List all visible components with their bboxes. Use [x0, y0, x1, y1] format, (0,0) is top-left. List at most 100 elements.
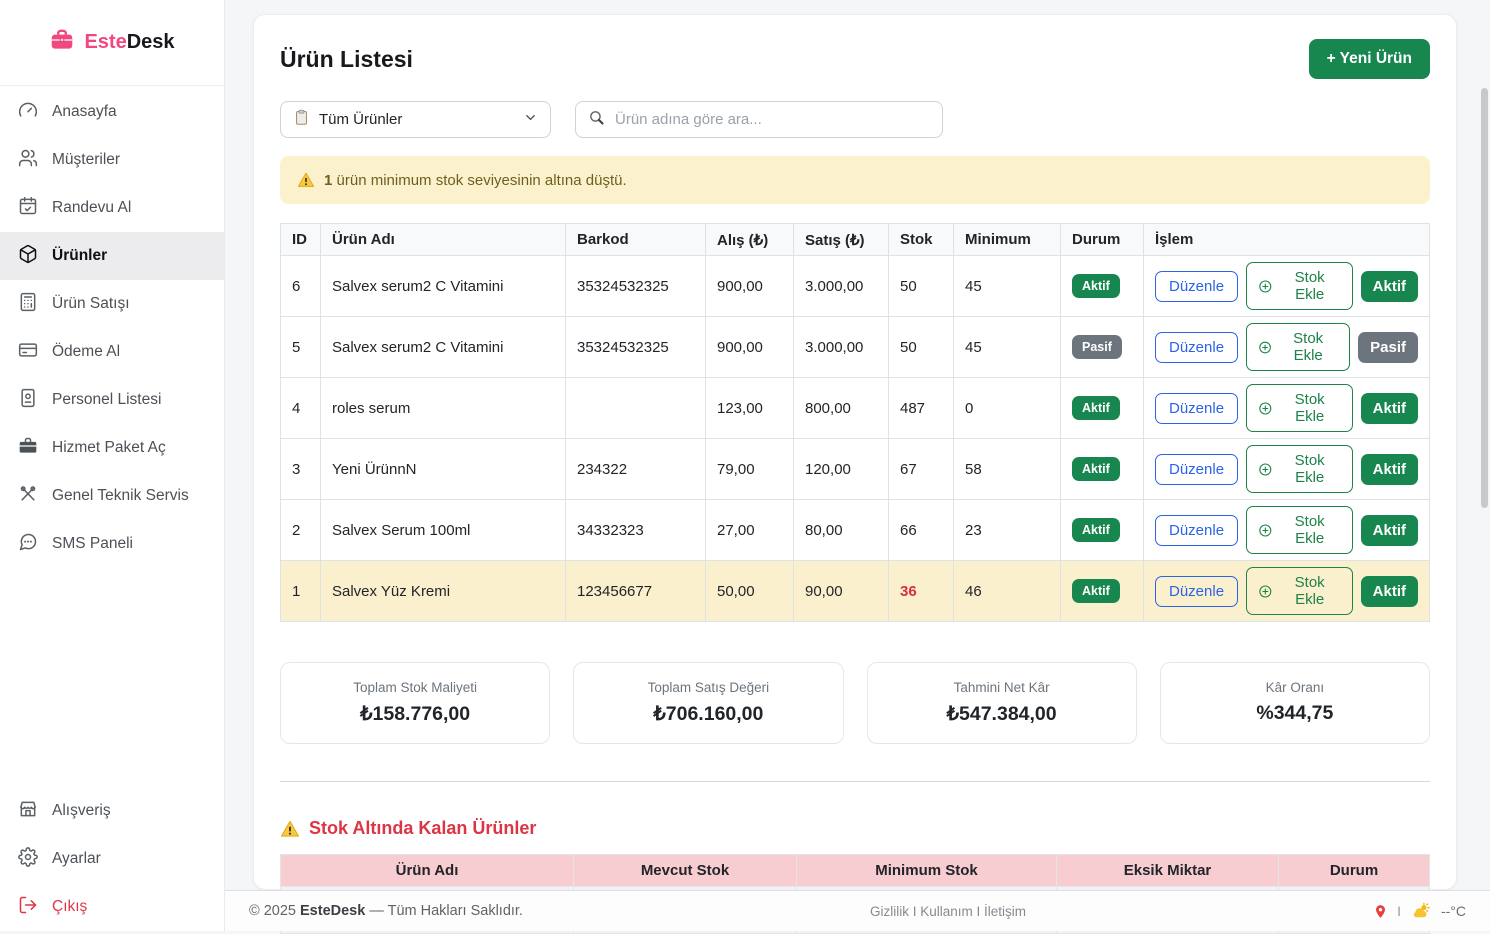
toggle-status-button[interactable]: Aktif [1361, 576, 1418, 607]
id-badge-icon [18, 388, 38, 413]
row-actions: Düzenle Stok Ekle Aktif [1155, 445, 1418, 493]
summary-card-label: Toplam Satış Değeri [584, 680, 832, 695]
sidebar-item-urun-satisi[interactable]: Ürün Satışı [0, 280, 224, 328]
add-stock-button[interactable]: Stok Ekle [1246, 323, 1350, 371]
row-id: 4 [281, 378, 321, 439]
panel-header: Ürün Listesi + Yeni Ürün [280, 39, 1430, 79]
category-select[interactable]: Tüm Ürünler [280, 101, 551, 138]
add-stock-button[interactable]: Stok Ekle [1246, 262, 1353, 310]
users-icon [18, 148, 38, 173]
sidebar-item-odeme-al[interactable]: Ödeme Al [0, 328, 224, 376]
toggle-status-button[interactable]: Pasif [1358, 332, 1418, 363]
column-header-satis: Satış (₺) [794, 224, 889, 256]
buy-price: 27,00 [706, 500, 794, 561]
sidebar-item-label: Ayarlar [52, 850, 101, 868]
row-id: 6 [281, 256, 321, 317]
table-row: 5Salvex serum2 C Vitamini35324532325900,… [281, 317, 1430, 378]
sidebar-item-label: Ödeme Al [52, 343, 120, 361]
edit-button[interactable]: Düzenle [1155, 454, 1238, 485]
column-header-stok: Stok [889, 224, 954, 256]
new-product-button[interactable]: + Yeni Ürün [1309, 39, 1430, 79]
low-stock-header-durum: Durum [1279, 855, 1430, 887]
search-input[interactable] [613, 110, 930, 129]
sidebar-item-label: Randevu Al [52, 199, 131, 217]
row-id: 2 [281, 500, 321, 561]
add-stock-button[interactable]: Stok Ekle [1246, 384, 1353, 432]
alert-text: 1 ürün minimum stok seviyesinin altına d… [324, 172, 627, 189]
row-actions: Düzenle Stok Ekle Pasif [1155, 323, 1418, 371]
add-stock-button[interactable]: Stok Ekle [1246, 445, 1353, 493]
gear-icon [18, 847, 38, 872]
status-cell: Aktif [1061, 500, 1144, 561]
summary-card-value: ₺158.776,00 [291, 702, 539, 726]
summary-card-toplam-stok-maliyeti: Toplam Stok Maliyeti ₺158.776,00 [280, 662, 550, 744]
buy-price: 50,00 [706, 561, 794, 622]
summary-card-value: %344,75 [1171, 702, 1419, 725]
add-stock-label: Stok Ekle [1279, 513, 1341, 547]
sidebar-item-ayarlar[interactable]: Ayarlar [0, 835, 224, 883]
product-name: Salvex Serum 100ml [321, 500, 566, 561]
footer-status: I --°C [1373, 901, 1466, 921]
sidebar-item-label: Müşteriler [52, 151, 120, 169]
toggle-status-button[interactable]: Aktif [1361, 515, 1418, 546]
sell-price: 800,00 [794, 378, 889, 439]
actions-cell: Düzenle Stok Ekle Aktif [1144, 256, 1430, 317]
table-row: 2Salvex Serum 100ml3433232327,0080,00662… [281, 500, 1430, 561]
edit-button[interactable]: Düzenle [1155, 576, 1238, 607]
sidebar-item-hizmet-paket-ac[interactable]: Hizmet Paket Aç [0, 424, 224, 472]
sidebar-item-randevu-al[interactable]: Randevu Al [0, 184, 224, 232]
row-id: 1 [281, 561, 321, 622]
edit-button[interactable]: Düzenle [1155, 332, 1238, 363]
sidebar-item-label: Alışveriş [52, 802, 111, 820]
minimum-value: 0 [954, 378, 1061, 439]
add-stock-button[interactable]: Stok Ekle [1246, 506, 1353, 554]
column-header-minimum: Minimum [954, 224, 1061, 256]
product-name: Salvex serum2 C Vitamini [321, 317, 566, 378]
add-stock-label: Stok Ekle [1278, 330, 1338, 364]
sell-price: 90,00 [794, 561, 889, 622]
status-cell: Aktif [1061, 256, 1144, 317]
status-cell: Pasif [1061, 317, 1144, 378]
vertical-scrollbar[interactable] [1481, 88, 1488, 508]
sidebar-item-label: Hizmet Paket Aç [52, 439, 166, 457]
toggle-status-button[interactable]: Aktif [1361, 454, 1418, 485]
sidebar-item-urunler[interactable]: Ürünler [0, 232, 224, 280]
low-stock-section-title: Stok Altında Kalan Ürünler [280, 818, 1430, 839]
minimum-value: 23 [954, 500, 1061, 561]
edit-button[interactable]: Düzenle [1155, 515, 1238, 546]
actions-cell: Düzenle Stok Ekle Aktif [1144, 439, 1430, 500]
sidebar-item-cikis[interactable]: Çıkış [0, 883, 224, 931]
sidebar: EsteDesk Anasayfa Müşteriler Randevu Al Ürü… [0, 0, 225, 931]
product-list-panel: Ürün Listesi + Yeni Ürün Tüm Ürünler [253, 14, 1457, 890]
summary-card-label: Kâr Oranı [1171, 680, 1419, 695]
sidebar-item-personel-listesi[interactable]: Personel Listesi [0, 376, 224, 424]
add-stock-label: Stok Ekle [1279, 452, 1341, 486]
column-header-urun-adi: Ürün Adı [321, 224, 566, 256]
add-stock-label: Stok Ekle [1279, 391, 1341, 425]
tools-icon [18, 484, 38, 509]
toggle-status-button[interactable]: Aktif [1361, 271, 1418, 302]
toggle-status-button[interactable]: Aktif [1361, 393, 1418, 424]
minimum-value: 58 [954, 439, 1061, 500]
summary-card-label: Toplam Stok Maliyeti [291, 680, 539, 695]
edit-button[interactable]: Düzenle [1155, 271, 1238, 302]
brand-logo[interactable]: EsteDesk [0, 0, 224, 86]
stock-value: 50 [889, 256, 954, 317]
add-stock-button[interactable]: Stok Ekle [1246, 567, 1353, 615]
sidebar-item-sms-paneli[interactable]: SMS Paneli [0, 520, 224, 568]
sidebar-item-alisveris[interactable]: Alışveriş [0, 787, 224, 835]
sell-price: 3.000,00 [794, 256, 889, 317]
edit-button[interactable]: Düzenle [1155, 393, 1238, 424]
low-stock-header-urun-adi: Ürün Adı [281, 855, 574, 887]
status-badge: Pasif [1072, 335, 1122, 359]
sidebar-item-genel-teknik-servis[interactable]: Genel Teknik Servis [0, 472, 224, 520]
sidebar-item-musteriler[interactable]: Müşteriler [0, 136, 224, 184]
location-pin-icon[interactable] [1373, 904, 1388, 919]
footer-links[interactable]: Gizlilik I Kullanım I İletişim [870, 904, 1026, 919]
barcode: 234322 [566, 439, 706, 500]
sidebar-item-anasayfa[interactable]: Anasayfa [0, 88, 224, 136]
status-cell: Aktif [1061, 561, 1144, 622]
warning-icon [297, 171, 315, 189]
summary-card-k-r-orani: Kâr Oranı %344,75 [1160, 662, 1430, 744]
product-name: Salvex serum2 C Vitamini [321, 256, 566, 317]
